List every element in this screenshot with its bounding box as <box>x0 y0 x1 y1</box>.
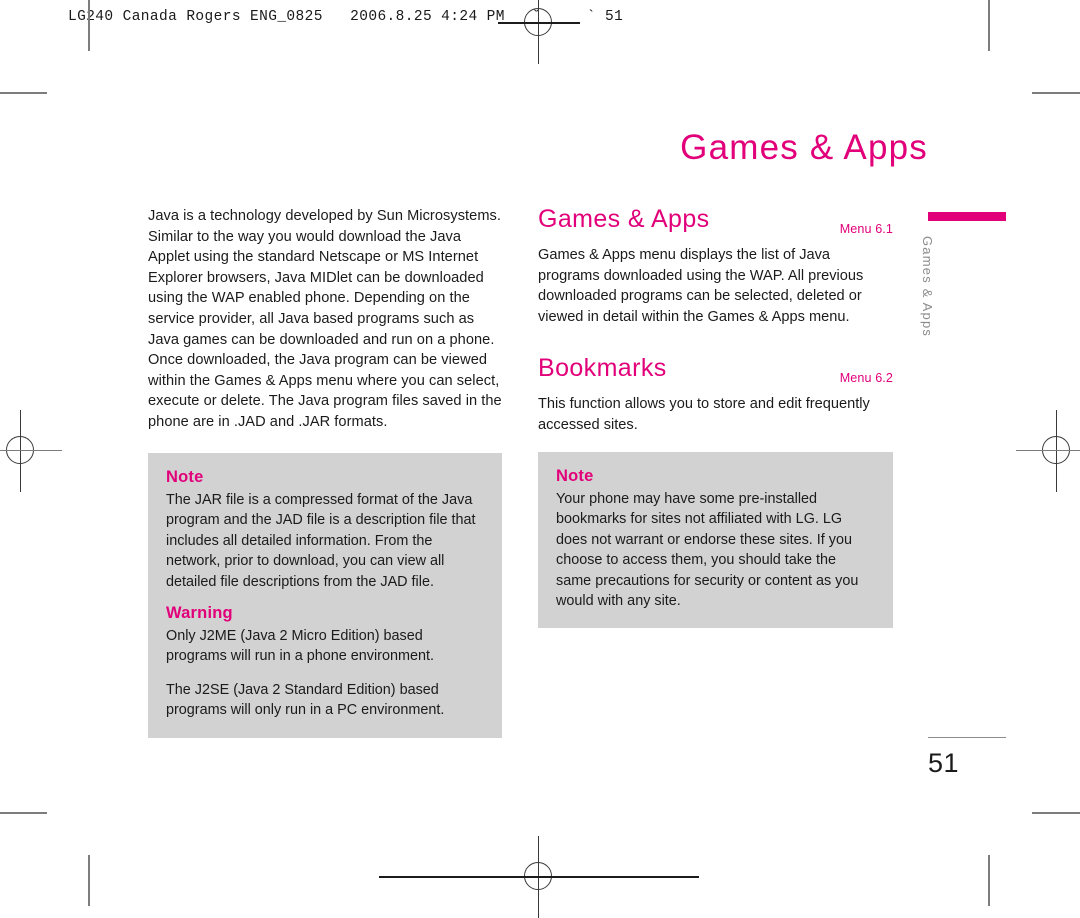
thumb-tab-label: Games & Apps <box>920 236 935 338</box>
folio-rule <box>928 737 1006 739</box>
right-note-box: Note Your phone may have some pre-instal… <box>538 452 893 629</box>
note-label: Note <box>556 467 594 485</box>
note-body-text: Your phone may have some pre-installed b… <box>556 491 859 610</box>
registration-mark-bottom <box>379 836 699 918</box>
intro-paragraph: Java is a technology developed by Sun Mi… <box>148 208 502 430</box>
crop-mark-bottom-right-vertical <box>988 855 990 906</box>
warning-body-text-2: The J2SE (Java 2 Standard Edition) based… <box>166 681 445 719</box>
crop-mark-top-left-vertical <box>88 0 90 51</box>
registration-mark-left <box>0 410 62 492</box>
left-note-box: Note The JAR file is a compressed format… <box>148 453 502 738</box>
menu-number-tag: Menu 6.1 <box>839 222 893 236</box>
menu-number-tag: Menu 6.2 <box>839 371 893 386</box>
crop-mark-top-left-horizontal <box>0 92 47 94</box>
crop-mark-bottom-left-horizontal <box>0 812 47 814</box>
right-column: Games & Apps Menu 6.1 Games & Apps menu … <box>538 204 893 462</box>
section-header-bookmarks: Bookmarks Menu 6.2 <box>538 353 893 389</box>
crop-mark-top-right-vertical <box>988 0 990 51</box>
registration-mark-right <box>1016 410 1080 492</box>
registration-mark-top <box>498 0 580 64</box>
section-heading: Bookmarks <box>538 354 667 383</box>
registration-crosshair-horizontal <box>1016 450 1080 452</box>
registration-crosshair-vertical <box>538 0 540 64</box>
page-title: Games & Apps <box>680 128 928 167</box>
crop-mark-bottom-right-horizontal <box>1032 812 1080 814</box>
section-body-bookmarks: This function allows you to store and ed… <box>538 396 870 433</box>
left-column: Java is a technology developed by Sun Mi… <box>148 206 502 433</box>
crop-mark-top-right-horizontal <box>1032 92 1080 94</box>
registration-crosshair-horizontal <box>379 876 699 878</box>
crop-mark-bottom-left-vertical <box>88 855 90 906</box>
section-header-games-and-apps: Games & Apps Menu 6.1 <box>538 204 893 240</box>
registration-crosshair-horizontal <box>498 22 580 24</box>
warning-body-text-1: Only J2ME (Java 2 Micro Edition) based p… <box>166 628 434 665</box>
warning-label: Warning <box>166 604 233 623</box>
note-body-text: The JAR file is a compressed format of t… <box>166 492 476 590</box>
page-number: 51 <box>928 748 960 778</box>
registration-crosshair-horizontal <box>0 450 62 452</box>
thumb-tab-accent-bar <box>928 212 1006 221</box>
section-body-games-and-apps: Games & Apps menu displays the list of J… <box>538 247 864 325</box>
section-heading: Games & Apps <box>538 205 710 233</box>
note-label: Note <box>166 468 204 486</box>
